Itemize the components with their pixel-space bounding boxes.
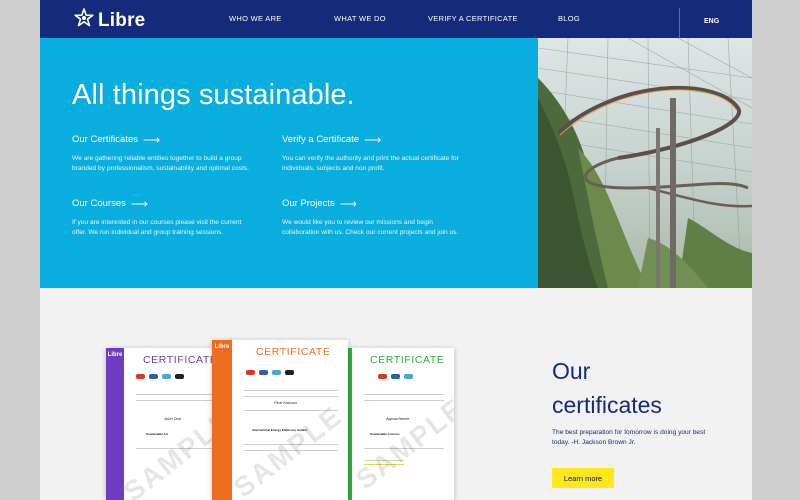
learn-more-button[interactable]: Learn more xyxy=(552,468,614,488)
certificate-title: CERTIFICATE xyxy=(370,354,445,366)
feature-link-courses[interactable]: Our Courses ⟶ xyxy=(72,196,257,211)
certificate-holder: Agroschemie xyxy=(386,416,410,421)
feature-link-projects[interactable]: Our Projects ⟶ xyxy=(282,196,467,211)
scrollbar-track[interactable] xyxy=(752,0,800,500)
logo-text: Libre xyxy=(98,9,146,31)
nav-blog[interactable]: BLOG xyxy=(558,14,580,23)
arrow-right-icon: ⟶ xyxy=(339,196,357,211)
hero-section: All things sustainable. Our Certificates… xyxy=(40,38,538,288)
certificate-badges xyxy=(136,374,184,379)
left-gutter xyxy=(0,0,40,500)
section-title-line2: certificates xyxy=(552,392,662,418)
certificates-section: Libre CERTIFICATE John Doe Sustainable A… xyxy=(40,288,752,500)
site-header: Libre WHO WE ARE WHAT WE DO VERIFY A CER… xyxy=(40,0,752,38)
section-title: Our certificates xyxy=(552,354,662,422)
certificate-course: Sustainable Art xyxy=(146,432,168,436)
hero-title: All things sustainable. xyxy=(72,79,355,111)
certificate-watermark: SAMPLE xyxy=(349,391,454,496)
certificate-band: Libre xyxy=(106,348,124,500)
arrow-right-icon: ⟶ xyxy=(143,132,161,147)
certificate-holder: Piotr Kokosa xyxy=(274,400,297,405)
certificate-card-orange[interactable]: Libre CERTIFICATE Piotr Kokosa Internati… xyxy=(212,340,348,500)
feature-text: If you are interested in our courses ple… xyxy=(72,219,242,236)
certificate-holder: John Doe xyxy=(164,416,182,421)
arrow-right-icon: ⟶ xyxy=(364,132,382,147)
certificate-title: CERTIFICATE xyxy=(143,354,218,366)
feature-title: Our Courses xyxy=(72,198,126,209)
feature-link-certificates[interactable]: Our Certificates ⟶ xyxy=(72,132,257,147)
language-switch[interactable]: ENG xyxy=(704,18,719,25)
feature-title: Verify a Certificate xyxy=(282,134,360,145)
arrow-right-icon: ⟶ xyxy=(130,196,149,211)
feature-our-courses: Our Courses ⟶ If you are interested in o… xyxy=(72,198,257,237)
feature-link-verify[interactable]: Verify a Certificate ⟶ xyxy=(282,132,467,147)
star-icon xyxy=(74,8,94,33)
nav-verify-certificate[interactable]: VERIFY A CERTIFICATE xyxy=(428,14,518,23)
certificate-card-purple[interactable]: Libre CERTIFICATE John Doe Sustainable A… xyxy=(106,348,226,500)
certificate-title: CERTIFICATE xyxy=(256,346,331,358)
certificate-brand: Libre xyxy=(214,344,230,350)
certificate-band: Libre xyxy=(212,340,232,500)
feature-verify-certificate: Verify a Certificate ⟶ You can verify th… xyxy=(282,134,467,173)
feature-text: You can verify the authority and print t… xyxy=(282,155,459,172)
certificate-card-green[interactable]: CERTIFICATE Agroschemie Sustainable Cour… xyxy=(346,348,454,500)
feature-title: Our Certificates xyxy=(72,134,138,145)
feature-text: We are gathering reliable entities toget… xyxy=(72,155,250,172)
feature-text: We would like you to review our missions… xyxy=(282,219,459,236)
nav-what-we-do[interactable]: WHAT WE DO xyxy=(334,14,386,23)
logo[interactable]: Libre xyxy=(74,8,145,33)
nav-who-we-are[interactable]: WHO WE ARE xyxy=(229,14,282,23)
nav-divider xyxy=(679,8,680,38)
quote-text: The best preparation for tomorrow is doi… xyxy=(552,429,706,446)
feature-our-certificates: Our Certificates ⟶ We are gathering reli… xyxy=(72,134,257,173)
feature-title: Our Projects xyxy=(282,198,335,209)
certificate-brand: Libre xyxy=(107,352,123,358)
section-title-line1: Our xyxy=(552,358,591,384)
certificate-badges xyxy=(246,370,294,375)
certificate-badges xyxy=(378,374,413,379)
hero-photo xyxy=(538,38,752,288)
page: Libre WHO WE ARE WHAT WE DO VERIFY A CER… xyxy=(40,0,752,500)
feature-our-projects: Our Projects ⟶ We would like you to revi… xyxy=(282,198,467,237)
